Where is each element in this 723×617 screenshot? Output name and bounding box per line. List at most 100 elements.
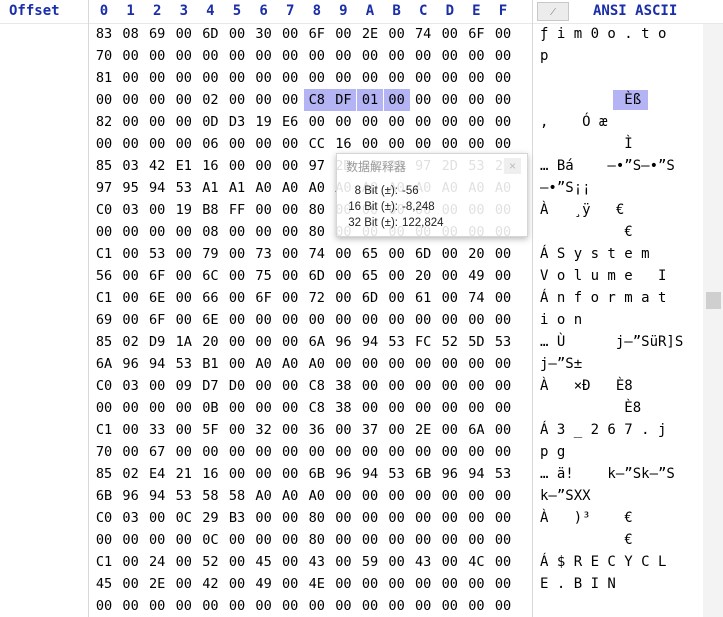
hex-byte[interactable]: 00 xyxy=(384,45,410,67)
hex-byte[interactable]: 00 xyxy=(490,111,516,133)
ascii-text[interactable]: À ×Ð È8 xyxy=(540,375,706,397)
hex-byte[interactable]: 6D xyxy=(197,23,223,45)
hex-byte[interactable]: 0C xyxy=(171,507,197,529)
hex-byte[interactable]: 53 xyxy=(171,177,197,199)
hex-byte[interactable]: 66 xyxy=(197,287,223,309)
hex-byte[interactable]: 00 xyxy=(437,573,463,595)
hex-byte[interactable]: 00 xyxy=(277,199,303,221)
hex-byte[interactable]: 00 xyxy=(330,111,356,133)
hex-byte[interactable]: 00 xyxy=(463,441,489,463)
hex-byte[interactable]: 00 xyxy=(144,89,170,111)
hex-byte[interactable]: 00 xyxy=(277,243,303,265)
hex-byte[interactable]: 85 xyxy=(91,331,117,353)
hex-byte[interactable]: 00 xyxy=(384,353,410,375)
hex-byte[interactable]: 6E xyxy=(197,309,223,331)
hex-byte[interactable]: 29 xyxy=(197,507,223,529)
hex-byte[interactable]: 02 xyxy=(118,331,144,353)
hex-byte[interactable]: 00 xyxy=(410,67,436,89)
hex-byte[interactable]: 6F xyxy=(144,265,170,287)
hex-byte[interactable]: 00 xyxy=(330,243,356,265)
hex-byte[interactable]: 00 xyxy=(384,23,410,45)
hex-byte[interactable]: 00 xyxy=(224,595,250,617)
hex-byte[interactable]: 00 xyxy=(224,67,250,89)
hex-byte[interactable]: 96 xyxy=(330,463,356,485)
hex-row[interactable]: 500E4E8E08502D91A200000006A969453FC525D5… xyxy=(0,331,710,353)
column-toggle-icon[interactable]: ⁄ xyxy=(537,2,569,21)
hex-byte[interactable]: 58 xyxy=(224,485,250,507)
ascii-text[interactable]: ƒ i m 0 o . t o xyxy=(540,23,706,45)
hex-byte[interactable]: 00 xyxy=(490,133,516,155)
hex-byte[interactable]: 00 xyxy=(330,353,356,375)
hex-byte[interactable]: 00 xyxy=(410,45,436,67)
hex-byte[interactable]: 00 xyxy=(330,551,356,573)
hex-byte[interactable]: 00 xyxy=(144,199,170,221)
hex-byte[interactable]: 00 xyxy=(437,89,463,111)
hex-byte[interactable]: B3 xyxy=(224,507,250,529)
hex-byte[interactable]: 00 xyxy=(224,331,250,353)
hex-byte[interactable]: 00 xyxy=(490,375,516,397)
hex-byte[interactable]: 00 xyxy=(410,89,436,111)
hex-byte[interactable]: 00 xyxy=(251,507,277,529)
ascii-text[interactable]: Á n f o r m a t xyxy=(540,287,706,309)
ascii-text[interactable]: k–”SXX xyxy=(540,485,706,507)
hex-byte[interactable]: 00 xyxy=(330,309,356,331)
ascii-text[interactable]: j–”S± xyxy=(540,353,706,375)
hex-byte[interactable]: 2E xyxy=(410,419,436,441)
hex-byte[interactable]: C1 xyxy=(91,287,117,309)
ascii-text[interactable] xyxy=(540,67,706,89)
hex-byte[interactable]: 97 xyxy=(304,155,330,177)
hex-byte[interactable]: 00 xyxy=(251,375,277,397)
hex-byte[interactable]: D9 xyxy=(144,331,170,353)
hex-byte[interactable]: 00 xyxy=(224,155,250,177)
hex-byte[interactable]: 00 xyxy=(490,243,516,265)
hex-byte[interactable]: 20 xyxy=(463,243,489,265)
hex-byte[interactable]: 00 xyxy=(357,133,383,155)
hex-byte[interactable]: 00 xyxy=(437,529,463,551)
hex-byte[interactable]: 00 xyxy=(463,133,489,155)
hex-byte[interactable]: 53 xyxy=(490,463,516,485)
hex-byte[interactable]: 00 xyxy=(330,573,356,595)
hex-byte[interactable]: 00 xyxy=(251,441,277,463)
ascii-text[interactable]: V o l u m e I xyxy=(540,265,706,287)
hex-byte[interactable]: 53 xyxy=(171,353,197,375)
hex-byte[interactable]: 72 xyxy=(304,287,330,309)
hex-byte[interactable]: 00 xyxy=(197,441,223,463)
hex-byte[interactable]: D7 xyxy=(197,375,223,397)
hex-byte[interactable]: 00 xyxy=(144,375,170,397)
hex-byte[interactable]: 00 xyxy=(437,595,463,617)
hex-byte[interactable]: 53 xyxy=(384,463,410,485)
hex-byte[interactable]: 32 xyxy=(251,419,277,441)
hex-byte[interactable]: 70 xyxy=(91,441,117,463)
hex-byte[interactable]: E1 xyxy=(171,155,197,177)
hex-byte[interactable]: 00 xyxy=(277,331,303,353)
hex-byte[interactable]: 94 xyxy=(144,353,170,375)
hex-byte[interactable]: 19 xyxy=(251,111,277,133)
hex-byte[interactable]: 00 xyxy=(384,309,410,331)
hex-byte[interactable]: 00 xyxy=(197,595,223,617)
hex-byte[interactable]: 00 xyxy=(384,529,410,551)
hex-byte[interactable]: 03 xyxy=(118,375,144,397)
hex-byte[interactable]: 00 xyxy=(251,133,277,155)
hex-byte[interactable]: 00 xyxy=(171,111,197,133)
hex-byte[interactable]: B1 xyxy=(197,353,223,375)
hex-byte[interactable]: 00 xyxy=(490,507,516,529)
hex-byte[interactable]: 09 xyxy=(171,375,197,397)
hex-byte[interactable]: 00 xyxy=(171,265,197,287)
hex-byte[interactable]: 00 xyxy=(463,595,489,617)
hex-byte[interactable]: 42 xyxy=(144,155,170,177)
hex-byte[interactable]: 00 xyxy=(330,441,356,463)
hex-byte[interactable]: 00 xyxy=(277,287,303,309)
hex-byte[interactable]: 00 xyxy=(330,45,356,67)
ascii-text[interactable]: i o n xyxy=(540,309,706,331)
hex-byte[interactable]: 00 xyxy=(277,375,303,397)
hex-byte[interactable]: 00 xyxy=(357,67,383,89)
hex-byte[interactable]: 80 xyxy=(304,199,330,221)
hex-byte[interactable]: 00 xyxy=(224,133,250,155)
hex-byte[interactable]: A0 xyxy=(304,177,330,199)
hex-byte[interactable]: 00 xyxy=(251,463,277,485)
hex-byte[interactable]: 00 xyxy=(437,287,463,309)
hex-row[interactable]: 500E4E960C003000C29B30000800000000000000… xyxy=(0,507,710,529)
hex-byte[interactable]: 00 xyxy=(171,573,197,595)
hex-byte[interactable]: 00 xyxy=(463,353,489,375)
hex-byte[interactable]: 00 xyxy=(384,111,410,133)
